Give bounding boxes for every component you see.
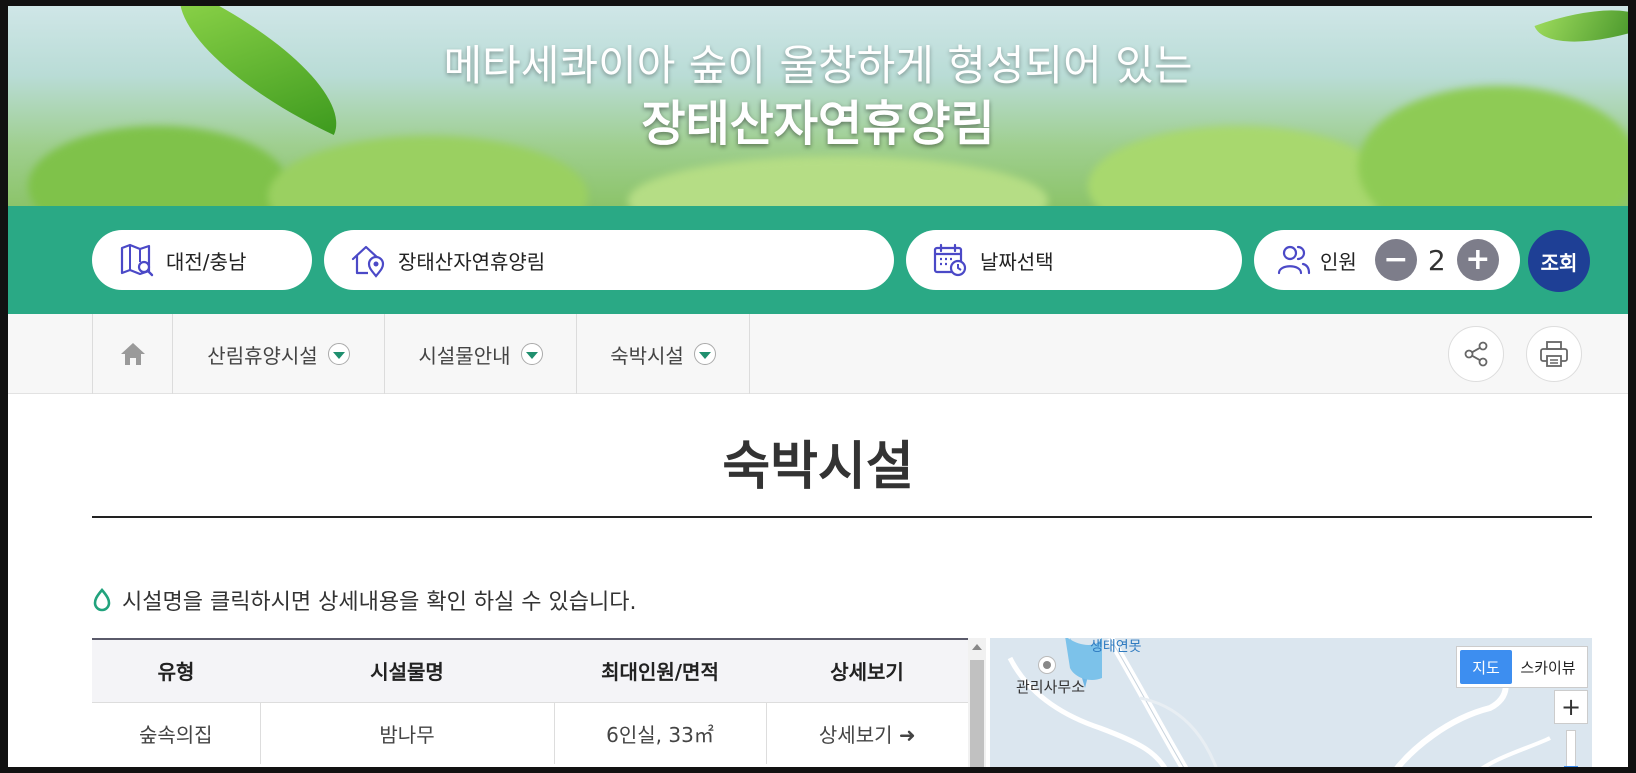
banner-title: 장태산자연휴양림 bbox=[641, 96, 995, 152]
date-value: 날짜선택 bbox=[980, 249, 1054, 274]
title-divider bbox=[92, 516, 1592, 518]
map-tab-map[interactable]: 지도 bbox=[1460, 650, 1512, 684]
people-label: 인원 bbox=[1320, 249, 1357, 274]
office-marker-icon[interactable] bbox=[1038, 656, 1056, 674]
increase-button[interactable]: + bbox=[1456, 239, 1499, 281]
column-header: 최대인원/면적 bbox=[554, 640, 766, 703]
facility-table: 유형 시설물명 최대인원/면적 상세보기 숲속의집 밤나무 6인실, 33㎡ 상… bbox=[92, 638, 968, 767]
home-link[interactable] bbox=[92, 314, 172, 394]
page-title: 숙박시설 bbox=[722, 437, 914, 497]
banner-foliage bbox=[628, 156, 1048, 206]
table-header-row: 유형 시설물명 최대인원/면적 상세보기 bbox=[92, 640, 968, 703]
people-counter: 인원 − 2 + bbox=[1254, 230, 1520, 290]
zoom-slider[interactable] bbox=[1566, 730, 1576, 767]
forest-select[interactable]: 장태산자연휴양림 bbox=[324, 230, 894, 290]
nav-item-label: 숙박시설 bbox=[610, 343, 684, 368]
table-row: 숲속의집 밤나무 6인실, 33㎡ 상세보기 ➜ bbox=[92, 702, 968, 764]
info-notice: 시설명을 클릭하시면 상세내용을 확인 하실 수 있습니다. bbox=[92, 584, 636, 616]
region-value: 대전/충남 bbox=[166, 249, 247, 274]
cell-capacity: 6인실, 33㎡ bbox=[554, 702, 767, 764]
page-frame: 메타세콰이아 숲이 울창하게 형성되어 있는 장태산자연휴양림 대전/충남 장태… bbox=[8, 6, 1628, 767]
chevron-down-icon bbox=[520, 343, 543, 365]
decrease-button[interactable]: − bbox=[1374, 239, 1417, 281]
hero-banner: 메타세콰이아 숲이 울창하게 형성되어 있는 장태산자연휴양림 bbox=[8, 6, 1628, 206]
home-pin-icon bbox=[351, 245, 385, 278]
map-type-toggle: 지도 스카이뷰 bbox=[1456, 646, 1588, 688]
cell-name[interactable]: 밤나무 bbox=[260, 702, 555, 764]
printer-icon bbox=[1540, 341, 1568, 367]
people-count: 2 bbox=[1427, 243, 1446, 277]
chevron-down-icon bbox=[327, 343, 350, 365]
nav-item-lodging[interactable]: 숙박시설 bbox=[576, 314, 750, 394]
print-button[interactable] bbox=[1526, 326, 1582, 382]
nav-item-label: 시설물안내 bbox=[418, 343, 511, 368]
breadcrumb-nav: 산림휴양시설 시설물안내 숙박시설 bbox=[8, 314, 1628, 394]
share-icon bbox=[1464, 341, 1488, 367]
nav-item-forest-facilities[interactable]: 산림휴양시설 bbox=[172, 314, 384, 394]
map-label-office: 관리사무소 bbox=[1016, 678, 1086, 696]
column-header: 상세보기 bbox=[766, 640, 968, 703]
nav-item-facility-guide[interactable]: 시설물안내 bbox=[384, 314, 576, 394]
column-header: 유형 bbox=[92, 640, 260, 703]
column-header: 시설물명 bbox=[260, 640, 554, 703]
cell-type: 숲속의집 bbox=[92, 702, 261, 764]
forest-value: 장태산자연휴양림 bbox=[398, 249, 546, 274]
share-button[interactable] bbox=[1448, 326, 1504, 382]
map-view[interactable]: 생태연못 관리사무소 지도 스카이뷰 + bbox=[990, 638, 1592, 767]
leaf-bullet-icon bbox=[93, 588, 111, 612]
home-icon bbox=[120, 343, 145, 365]
search-bar: 대전/충남 장태산자연휴양림 날짜선택 인원 − 2 + 조회 bbox=[8, 206, 1628, 314]
users-icon bbox=[1277, 245, 1311, 275]
notice-text: 시설명을 클릭하시면 상세내용을 확인 하실 수 있습니다. bbox=[122, 590, 637, 615]
calendar-clock-icon bbox=[933, 243, 967, 277]
date-select[interactable]: 날짜선택 bbox=[906, 230, 1242, 290]
map-label-pond: 생태연못 bbox=[1090, 639, 1142, 655]
chevron-down-icon bbox=[693, 343, 716, 365]
map-search-icon bbox=[120, 243, 154, 277]
table-scrollbar[interactable] bbox=[968, 638, 986, 767]
scroll-thumb[interactable] bbox=[970, 660, 984, 767]
zoom-in-button[interactable]: + bbox=[1554, 690, 1588, 724]
map-tab-skyview[interactable]: 스카이뷰 bbox=[1512, 650, 1584, 684]
nav-item-label: 산림휴양시설 bbox=[207, 343, 318, 368]
search-button[interactable]: 조회 bbox=[1528, 230, 1590, 292]
scroll-up-arrow-icon[interactable] bbox=[968, 638, 986, 656]
region-select[interactable]: 대전/충남 bbox=[92, 230, 312, 290]
detail-link[interactable]: 상세보기 ➜ bbox=[766, 702, 968, 764]
zoom-slider-handle[interactable] bbox=[1564, 766, 1578, 767]
